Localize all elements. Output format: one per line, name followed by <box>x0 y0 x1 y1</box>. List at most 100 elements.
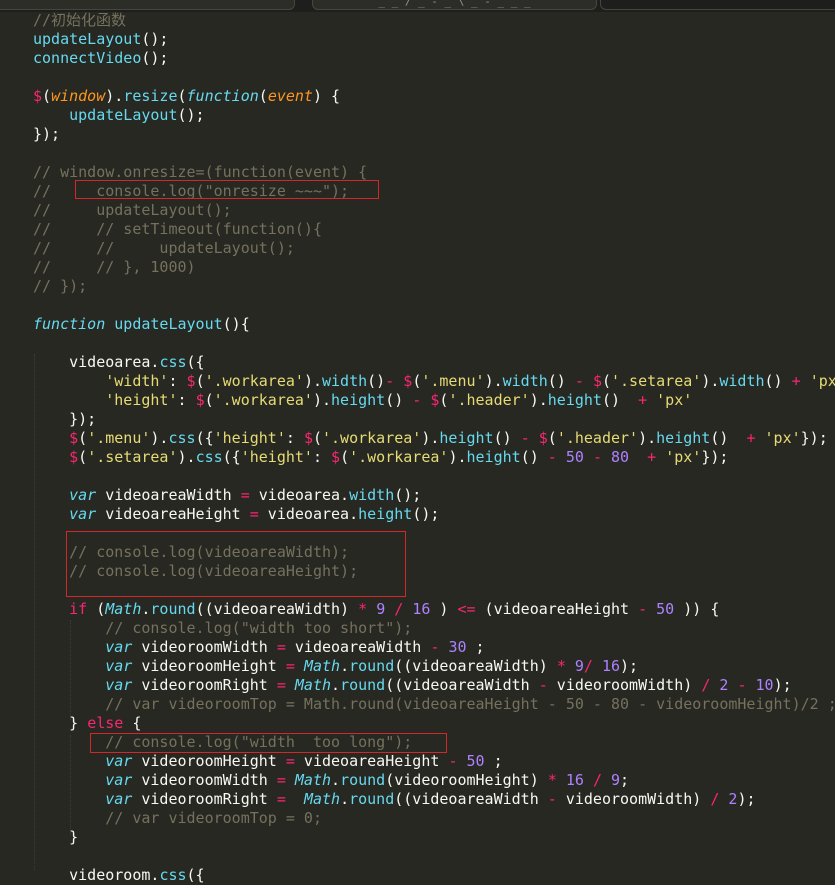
code-line[interactable] <box>33 296 835 315</box>
code-line[interactable]: // var videoroomTop = 0; <box>33 809 835 828</box>
code-token-text: ( <box>78 429 88 447</box>
code-token-number: 50 <box>466 752 485 770</box>
code-token-text: videoroomRight <box>132 676 277 694</box>
code-token-text: videoroomWidth) <box>547 676 702 694</box>
code-line[interactable]: updateLayout(); <box>33 106 835 125</box>
code-line[interactable]: } <box>33 828 835 847</box>
code-token-text: } <box>33 714 88 732</box>
code-token-text: ). <box>150 429 169 447</box>
code-line[interactable] <box>33 144 835 163</box>
code-token-identifier: updateLayout <box>33 30 142 48</box>
code-line[interactable]: videoarea.css({ <box>33 353 835 372</box>
code-token-text: ). <box>312 391 332 409</box>
code-token-text: ). <box>177 448 196 466</box>
code-line[interactable]: videoroom.css({ <box>33 866 835 885</box>
code-token-text: ( <box>340 448 350 466</box>
code-line[interactable]: updateLayout(); <box>33 30 835 49</box>
code-line[interactable]: var videoroomWidth = Math.round(videoroo… <box>33 771 835 790</box>
code-token-text: ({ <box>195 429 214 447</box>
code-line[interactable]: // // setTimeout(function(){ <box>33 220 835 239</box>
code-token-string: 'height' <box>105 391 178 409</box>
code-token-text: : <box>312 448 332 466</box>
code-line[interactable]: }); <box>33 410 835 429</box>
code-token-text: ; <box>620 771 630 789</box>
code-token-text: () <box>385 391 413 409</box>
code-token-operator: + <box>638 391 648 409</box>
code-token-text: videoroomWidth <box>132 771 277 789</box>
code-line[interactable]: var videoroomRight = Math.round((videoar… <box>33 676 835 695</box>
code-token-comment: // window.onresize=(function(event) { <box>33 163 368 181</box>
code-line[interactable] <box>33 467 835 486</box>
code-line[interactable]: // }); <box>33 277 835 296</box>
code-token-comment: //初始化函数 <box>33 11 127 29</box>
code-line[interactable]: //初始化函数 <box>33 11 835 30</box>
editor-tab[interactable] <box>0 0 295 10</box>
code-line[interactable]: function updateLayout(){ <box>33 315 835 334</box>
code-line[interactable]: $(window).resize(function(event) { <box>33 87 835 106</box>
code-token-text: videoarea. <box>258 505 359 523</box>
code-line[interactable]: // // }, 1000) <box>33 258 835 277</box>
code-line[interactable]: // console.log("width too short"); <box>33 619 835 638</box>
code-token-text: () <box>493 429 521 447</box>
code-token-string: 'px' <box>656 391 693 409</box>
code-line[interactable]: // var videoroomTop = Math.round(videoar… <box>33 695 835 714</box>
code-line[interactable]: // updateLayout(); <box>33 201 835 220</box>
code-token-number: 9 <box>611 771 621 789</box>
code-token-operator: + <box>746 429 756 447</box>
code-line[interactable] <box>33 334 835 353</box>
code-token-text: ); <box>620 657 639 675</box>
code-token-comment: // // }, 1000) <box>33 258 196 276</box>
code-editor[interactable]: //初始化函数 updateLayout(); connectVideo(); $(… <box>33 11 835 885</box>
code-line[interactable]: var videoroomHeight = Math.round((videoa… <box>33 657 835 676</box>
code-token-string: '.workarea' <box>349 448 449 466</box>
code-line[interactable]: var videoroomHeight = videoareaHeight - … <box>33 752 835 771</box>
code-token-comment: // updateLayout(); <box>33 201 232 219</box>
code-line[interactable]: 'width': $('.workarea').width()- $('.men… <box>33 372 835 391</box>
code-token-operator: / <box>701 676 711 694</box>
code-token-operator: $ <box>186 372 196 390</box>
code-line[interactable]: var videoroomWidth = videoareaWidth - 30… <box>33 638 835 657</box>
code-line[interactable] <box>33 68 835 87</box>
code-line[interactable]: // // updateLayout(); <box>33 239 835 258</box>
code-line[interactable]: var videoareaHeight = videoarea.height()… <box>33 505 835 524</box>
code-token-string: '.header' <box>556 429 639 447</box>
code-token-text: }); <box>800 429 828 447</box>
code-line[interactable]: var videoareaWidth = videoarea.width(); <box>33 486 835 505</box>
code-token-identifier: round <box>150 600 196 618</box>
code-token-text: ) <box>430 600 458 618</box>
code-line[interactable]: 'height': $('.workarea').height() - $('.… <box>33 391 835 410</box>
code-token-text: () <box>520 448 548 466</box>
code-token-text: ). <box>105 87 124 105</box>
code-token-text: videoareaWidth <box>285 638 431 656</box>
code-line[interactable]: } else { <box>33 714 835 733</box>
code-token-text: () <box>367 372 386 390</box>
code-token-text: videoareaHeight <box>294 752 449 770</box>
editor-tab[interactable]: _ _ / _ - _ \ _ - _ _ _ <box>312 0 597 10</box>
code-line[interactable]: var videoroomRight = Math.round((videoar… <box>33 790 835 809</box>
code-line[interactable]: connectVideo(); <box>33 49 835 68</box>
code-token-keyword: var <box>105 657 133 675</box>
code-line[interactable]: if (Math.round((videoareaWidth) * 9 / 16… <box>33 600 835 619</box>
code-line[interactable]: $('.menu').css({'height': $('.workarea')… <box>33 429 835 448</box>
code-token-text: ( <box>258 87 268 105</box>
code-line[interactable] <box>33 847 835 866</box>
code-line[interactable]: }); <box>33 125 835 144</box>
editor-tab[interactable] <box>600 0 835 10</box>
code-token-text: ). <box>484 372 503 390</box>
code-token-identifier: css <box>159 353 187 371</box>
code-line[interactable]: $('.setarea').css({'height': $('.workare… <box>33 448 835 467</box>
code-token-operator: - <box>412 391 422 409</box>
